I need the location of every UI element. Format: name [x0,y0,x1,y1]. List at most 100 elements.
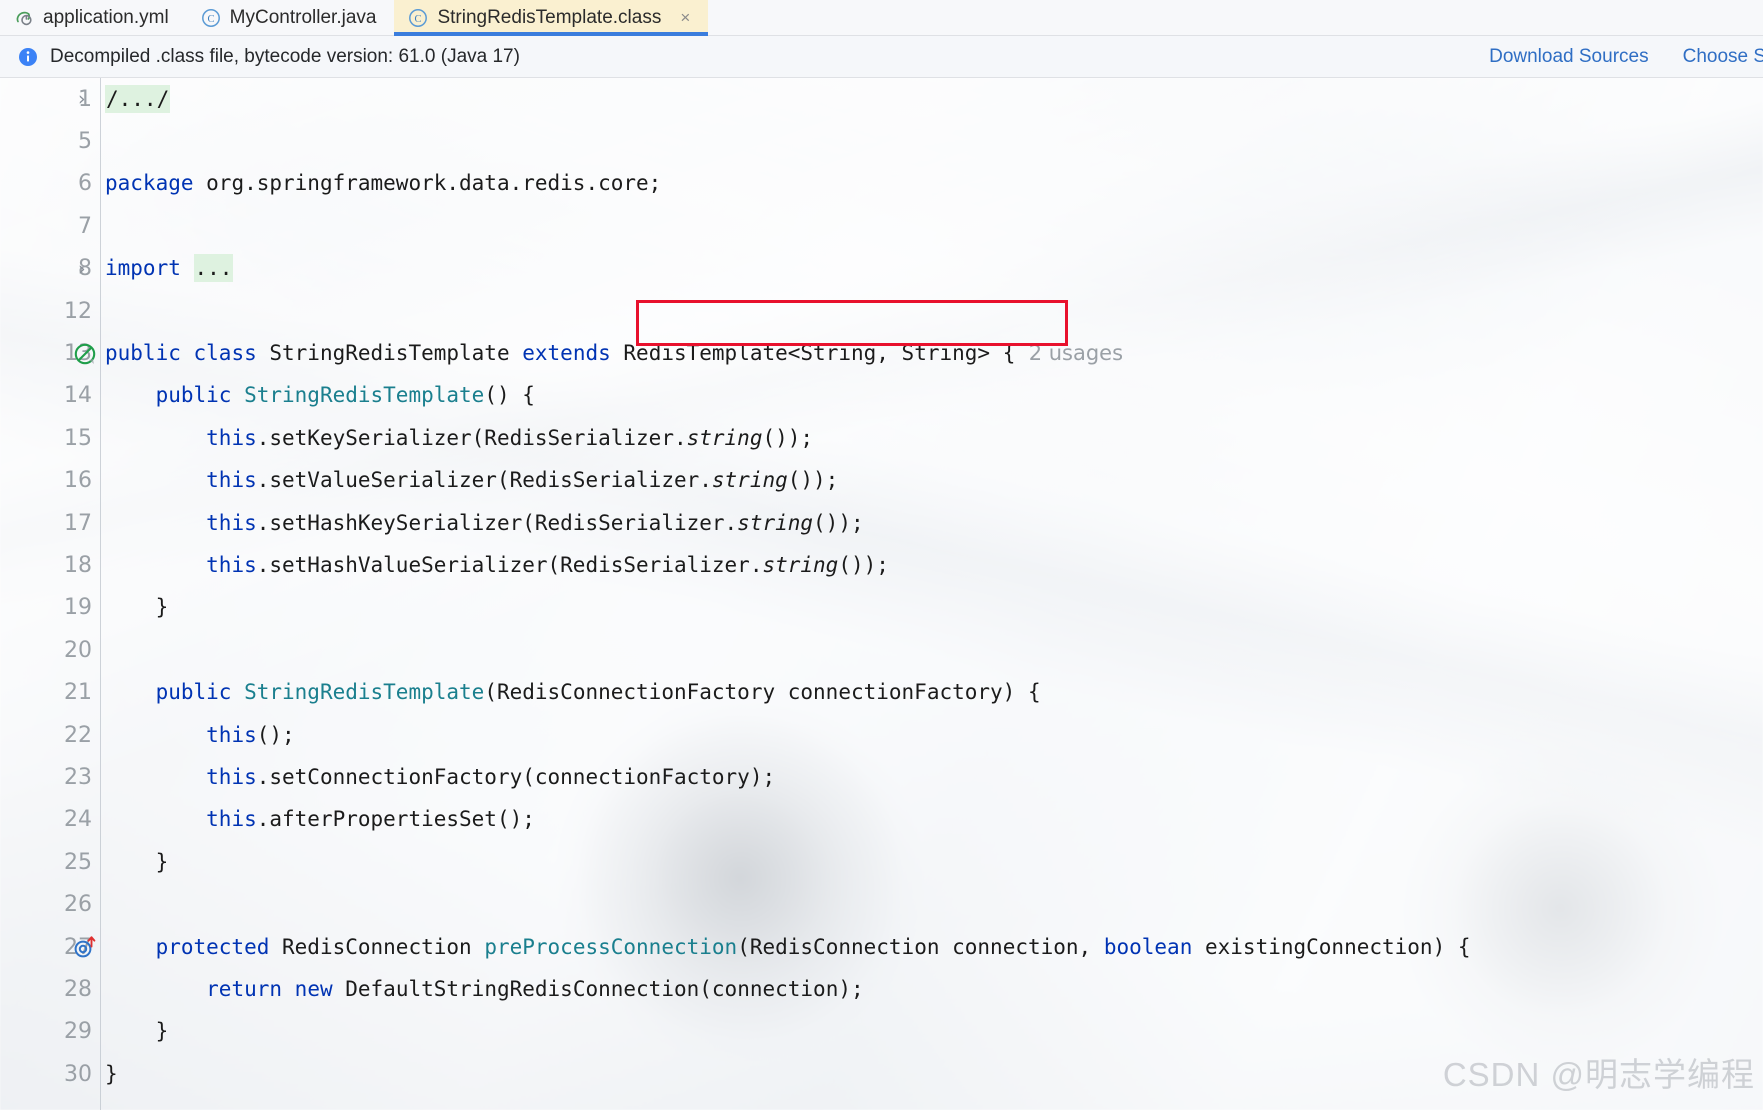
code-line[interactable]: 26 [0,883,1763,925]
line-gutter[interactable]: 20 [0,629,100,671]
code-line[interactable]: 18 this.setHashValueSerializer(RedisSeri… [0,544,1763,586]
line-gutter[interactable]: 8 › [0,248,100,290]
code-token: this [206,764,257,789]
code-text: import ... [100,254,1763,283]
code-line[interactable]: 6 package org.springframework.data.redis.… [0,163,1763,205]
code-token: } [105,849,169,874]
line-gutter[interactable]: 13 [0,332,100,374]
line-number: 6 [78,171,92,197]
banner-link-group: Download Sources Choose Sourc [1489,46,1763,68]
code-text: public class StringRedisTemplate extends… [100,343,1763,364]
code-line[interactable]: 12 [0,290,1763,332]
code-line[interactable]: 8 › import ... [0,248,1763,290]
code-line[interactable]: 1 ›/.../ [0,78,1763,120]
code-token: this [206,510,257,535]
line-gutter[interactable]: 7 [0,205,100,247]
code-token: this [206,722,257,747]
editor-tab-bar: application.yml C MyController.java C String… [0,0,1763,36]
java-class-icon: C [201,8,221,28]
code-text: this.setConnectionFactory(connectionFact… [100,764,1763,789]
code-token: new [294,976,333,1001]
line-number: 21 [64,680,92,706]
code-token: .setConnectionFactory(connectionFactory)… [256,764,776,789]
code-line[interactable]: 13 public class StringRedisTemplate exten… [0,332,1763,374]
code-text: this.afterPropertiesSet(); [100,809,1763,830]
code-line[interactable]: 29 } [0,1011,1763,1053]
line-gutter[interactable]: 18 [0,544,100,586]
line-gutter[interactable]: 6 [0,163,100,205]
code-line[interactable]: 15 this.setKeySerializer(RedisSerializer… [0,417,1763,459]
line-gutter[interactable]: 5 [0,120,100,162]
code-text: this(); [100,722,1763,747]
line-gutter[interactable]: 28 [0,968,100,1010]
code-line[interactable]: 27 protected RedisConnection preProcessC… [0,926,1763,968]
fold-chevron-icon[interactable]: › [78,258,86,280]
fold-chevron-icon[interactable]: › [78,88,86,110]
editor-tab-3[interactable]: C StringRedisTemplate.class × [394,0,709,36]
line-gutter[interactable]: 24 [0,799,100,841]
line-gutter[interactable]: 30 [0,1053,100,1095]
code-editor[interactable]: 1 ›/.../ 5 6 package org.springframework.dat… [0,78,1763,1110]
line-gutter[interactable]: 21 [0,671,100,713]
override-method-icon[interactable] [72,934,98,960]
line-gutter[interactable]: 29 [0,1011,100,1053]
code-token: class [193,341,257,366]
line-gutter[interactable]: 26 [0,883,100,925]
code-token: string [762,552,839,577]
line-number: 18 [64,552,92,578]
code-token: StringRedisTemplate [256,341,523,366]
code-line[interactable]: 7 [0,205,1763,247]
editor-tab-label: MyController.java [229,7,377,28]
line-number: 16 [64,468,92,494]
banner-link-2[interactable]: Choose Sourc [1683,46,1763,68]
code-token: .setValueSerializer(RedisSerializer. [256,468,712,493]
code-text: public StringRedisTemplate() { [100,385,1763,406]
line-gutter[interactable]: 15 [0,417,100,459]
line-gutter[interactable]: 25 [0,841,100,883]
line-gutter[interactable]: 23 [0,756,100,798]
code-text: } [100,597,1763,618]
code-token: package [105,171,194,196]
line-gutter[interactable]: 19 [0,587,100,629]
line-gutter[interactable]: 27 [0,926,100,968]
code-line[interactable]: 5 [0,120,1763,162]
editor-tab-1[interactable]: application.yml [0,0,187,35]
code-line[interactable]: 28 return new DefaultStringRedisConnecti… [0,968,1763,1010]
code-line[interactable]: 24 this.afterPropertiesSet(); [0,799,1763,841]
line-gutter[interactable]: 1 › [0,78,100,120]
code-token: RedisConnection [269,934,485,959]
code-line[interactable]: 20 [0,629,1763,671]
line-gutter[interactable]: 14 [0,375,100,417]
line-gutter[interactable]: 17 [0,502,100,544]
code-line[interactable]: 14 public StringRedisTemplate() { [0,375,1763,417]
code-line[interactable]: 19 } [0,587,1763,629]
line-gutter[interactable]: 16 [0,460,100,502]
code-line[interactable]: 23 this.setConnectionFactory(connectionF… [0,756,1763,798]
banner-link-1[interactable]: Download Sources [1489,46,1648,68]
line-number: 17 [64,510,92,536]
editor-tab-2[interactable]: C MyController.java [187,0,395,35]
line-gutter[interactable]: 12 [0,290,100,332]
code-token: public [155,680,232,705]
line-gutter[interactable]: 22 [0,714,100,756]
close-icon[interactable]: × [680,9,690,26]
code-token: } [105,1019,169,1044]
editor-tab-label: application.yml [43,7,169,28]
code-line[interactable]: 22 this(); [0,714,1763,756]
no-entry-icon[interactable] [72,341,98,367]
csdn-watermark: CSDN @明志学编程 [1442,1056,1755,1093]
code-line[interactable]: 25 } [0,841,1763,883]
svg-text:C: C [415,14,422,25]
code-line[interactable]: 17 this.setHashKeySerializer(RedisSerial… [0,502,1763,544]
code-line[interactable]: 21 public StringRedisTemplate(RedisConne… [0,671,1763,713]
code-token: } [105,1061,118,1086]
line-number: 23 [64,764,92,790]
code-line[interactable]: 16 this.setValueSerializer(RedisSerializ… [0,460,1763,502]
code-token: org.springframework.data.redis.core; [193,171,662,196]
